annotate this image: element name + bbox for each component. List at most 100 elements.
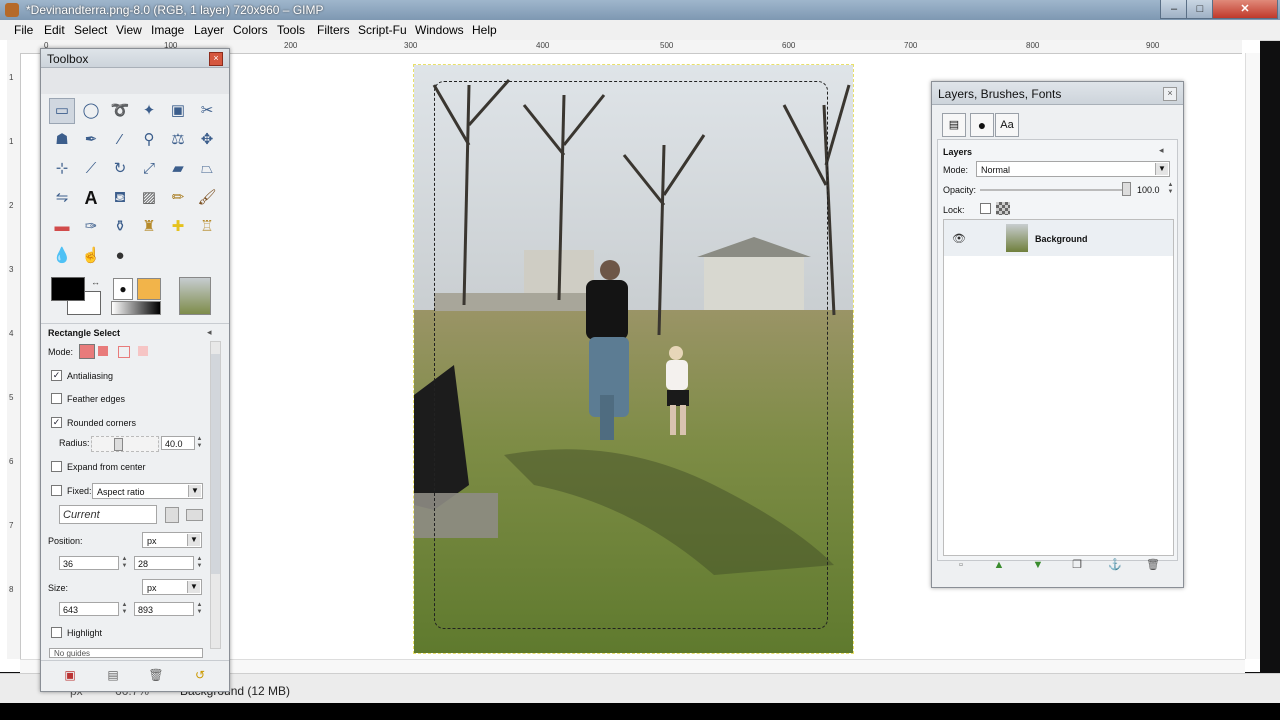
size-height-input[interactable]: 893 [134,602,194,616]
size-unit-dropdown[interactable]: px ▼ [142,579,202,595]
layers-menu-icon[interactable]: ◂ [1159,145,1164,156]
layers-dialog-close-icon[interactable]: × [1163,87,1177,101]
text-tool-icon[interactable]: A [78,185,104,211]
restore-options-icon[interactable]: ▤ [100,662,126,688]
opacity-spin-icon[interactable]: ▲ ▼ [1167,182,1174,196]
mode-add-icon[interactable] [98,346,108,356]
fuzzy-select-tool-icon[interactable]: ✦ [136,98,162,124]
shear-tool-icon[interactable]: ▰ [165,156,191,182]
layer-name[interactable]: Background [1035,234,1088,244]
layer-list[interactable]: 👁 Background [943,219,1174,556]
blend-tool-icon[interactable]: ▨ [136,185,162,211]
opacity-slider[interactable] [980,189,1128,191]
lower-layer-icon[interactable]: ▼ [1031,558,1045,572]
menu-edit[interactable]: Edit [44,23,65,37]
aspect-ratio-field[interactable]: Current [59,505,157,524]
guides-dropdown[interactable]: No guides [49,648,203,658]
options-scrollbar[interactable] [210,341,221,649]
toolbox-close-icon[interactable]: × [209,52,223,66]
minimize-button[interactable]: – [1160,0,1188,19]
wilber-drop-area[interactable] [41,68,229,94]
lock-alpha-icon[interactable] [996,202,1010,215]
scissors-tool-icon[interactable]: ✂ [194,98,220,124]
highlight-checkbox[interactable] [51,627,62,638]
foreground-color-swatch[interactable] [51,277,85,301]
mode-subtract-icon[interactable] [118,346,130,358]
menu-layer[interactable]: Layer [194,23,224,37]
size-height-spin-icon[interactable]: ▲ ▼ [196,602,203,616]
color-picker-tool-icon[interactable]: ⁄ [107,127,133,153]
select-by-color-tool-icon[interactable]: ▣ [165,98,191,124]
brushes-tab-icon[interactable]: ● [970,113,994,137]
menu-tools[interactable]: Tools [277,23,305,37]
lock-pixels-checkbox[interactable] [980,203,991,214]
menu-help[interactable]: Help [472,23,497,37]
size-width-input[interactable]: 643 [59,602,119,616]
menu-file[interactable]: File [14,23,33,37]
radius-input[interactable]: 40.0 [161,436,195,450]
save-options-icon[interactable]: ▣ [57,662,83,688]
mode-replace-icon[interactable] [79,344,95,359]
pencil-tool-icon[interactable]: ✏ [165,185,191,211]
fixed-checkbox[interactable] [51,485,62,496]
anchor-layer-icon[interactable]: ⚓ [1108,558,1122,572]
paintbrush-tool-icon[interactable]: 🖌 [194,185,220,211]
radius-slider-handle[interactable] [114,438,123,451]
radius-slider[interactable] [91,436,159,452]
portrait-icon[interactable] [165,507,179,523]
close-window-button[interactable]: ✕ [1212,0,1278,19]
crop-tool-icon[interactable]: ⟋ [78,156,104,182]
menu-filters[interactable]: Filters [317,23,350,37]
fixed-mode-dropdown[interactable]: Aspect ratio ▼ [92,483,203,499]
mode-intersect-icon[interactable] [138,346,148,356]
rounded-corners-checkbox[interactable]: ✓ [51,417,62,428]
pattern-preview[interactable] [137,278,161,300]
ink-tool-icon[interactable]: ⚱ [107,214,133,240]
position-x-spin-icon[interactable]: ▲ ▼ [121,556,128,570]
flip-tool-icon[interactable]: ⇋ [49,185,75,211]
radius-spin-icon[interactable]: ▲ ▼ [196,436,203,450]
menu-image[interactable]: Image [151,23,184,37]
swap-colors-icon[interactable]: ↔ [91,277,101,287]
rect-select-tool-icon[interactable]: ▭ [49,98,75,124]
delete-layer-icon[interactable]: 🗑 [1146,558,1160,572]
brush-preview-icon[interactable]: ● [113,278,133,300]
maximize-button[interactable]: □ [1186,0,1214,19]
position-unit-dropdown[interactable]: px ▼ [142,532,202,548]
foreground-select-tool-icon[interactable]: ☗ [49,127,75,153]
move-tool-icon[interactable]: ✥ [194,127,220,153]
paths-tool-icon[interactable]: ✒ [78,127,104,153]
position-y-input[interactable]: 28 [134,556,194,570]
heal-tool-icon[interactable]: ✚ [165,214,191,240]
fonts-tab[interactable]: Aa [995,113,1019,137]
toolbox-dialog[interactable]: Toolbox × ▭ ◯ ➰ ✦ ▣ ✂ ☗ ✒ ⁄ ⚲ ⚖ ✥ ⊹ ⟋ ↻ … [40,48,230,692]
smudge-tool-icon[interactable]: ☝ [78,243,104,269]
layer-row-background[interactable]: 👁 Background [944,220,1173,256]
zoom-tool-icon[interactable]: ⚲ [136,127,162,153]
measure-tool-icon[interactable]: ⚖ [165,127,191,153]
layer-mode-dropdown[interactable]: Normal ▼ [976,161,1170,177]
antialiasing-checkbox[interactable]: ✓ [51,370,62,381]
clone-tool-icon[interactable]: ♜ [136,214,162,240]
perspective-clone-tool-icon[interactable]: ♖ [194,214,220,240]
opacity-value[interactable]: 100.0 [1137,185,1160,195]
menu-view[interactable]: View [116,23,142,37]
size-width-spin-icon[interactable]: ▲ ▼ [121,602,128,616]
free-select-tool-icon[interactable]: ➰ [107,98,133,124]
reset-options-icon[interactable]: ↺ [187,662,213,688]
feather-edges-checkbox[interactable] [51,393,62,404]
vertical-ruler[interactable]: 1 1 2 3 4 5 6 7 8 [7,53,21,659]
bucket-fill-tool-icon[interactable]: ⛾ [107,185,133,211]
eye-icon[interactable]: 👁 [952,232,966,245]
position-y-spin-icon[interactable]: ▲ ▼ [196,556,203,570]
tool-options-menu-icon[interactable]: ◂ [207,327,212,338]
opacity-slider-handle[interactable] [1122,182,1131,196]
dodge-burn-tool-icon[interactable]: ● [107,243,133,269]
menu-script-fu[interactable]: Script-Fu [358,23,407,37]
eraser-tool-icon[interactable]: ▬ [49,214,75,240]
perspective-tool-icon[interactable]: ⏢ [194,156,220,182]
options-scrollbar-thumb[interactable] [211,354,220,574]
rounded-rectangle-selection[interactable] [434,81,828,629]
menu-colors[interactable]: Colors [233,23,268,37]
raise-layer-icon[interactable]: ▲ [992,558,1006,572]
